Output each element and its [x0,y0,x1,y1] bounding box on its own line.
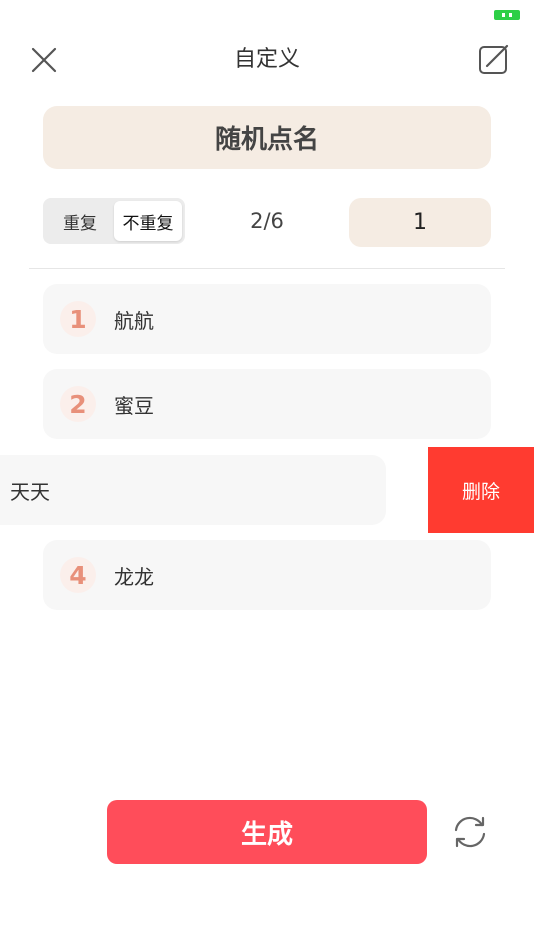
battery-icon [494,10,520,20]
count-input[interactable] [349,198,491,247]
no-repeat-option[interactable]: 不重复 [114,201,182,241]
generate-button[interactable]: 生成 [107,800,427,864]
divider [29,268,505,269]
status-bar [0,0,534,28]
screen: 自定义 随机点名 重复 不重复 2/6 1 航航 2 蜜豆 天天 删除 4 龙龙… [0,0,534,950]
delete-button[interactable]: 删除 [428,447,534,533]
refresh-icon[interactable] [450,812,490,852]
item-name: 蜜豆 [114,393,154,418]
repeat-toggle: 重复 不重复 [43,198,185,244]
item-index-badge: 4 [60,557,96,593]
list-item[interactable]: 1 航航 [43,284,491,354]
list-item[interactable]: 2 蜜豆 [43,369,491,439]
list-item[interactable]: 4 龙龙 [43,540,491,610]
progress-counter: 2/6 [250,209,284,233]
item-index-badge: 1 [60,301,96,337]
item-index-badge: 2 [60,386,96,422]
page-title: 自定义 [233,47,300,72]
edit-icon[interactable] [476,42,512,78]
item-name: 航航 [114,308,154,333]
mode-selector[interactable]: 随机点名 [43,106,491,169]
item-name: 龙龙 [114,564,154,589]
item-name: 天天 [10,479,50,504]
list-item-swiped[interactable]: 天天 [0,455,386,525]
repeat-option[interactable]: 重复 [46,201,114,241]
